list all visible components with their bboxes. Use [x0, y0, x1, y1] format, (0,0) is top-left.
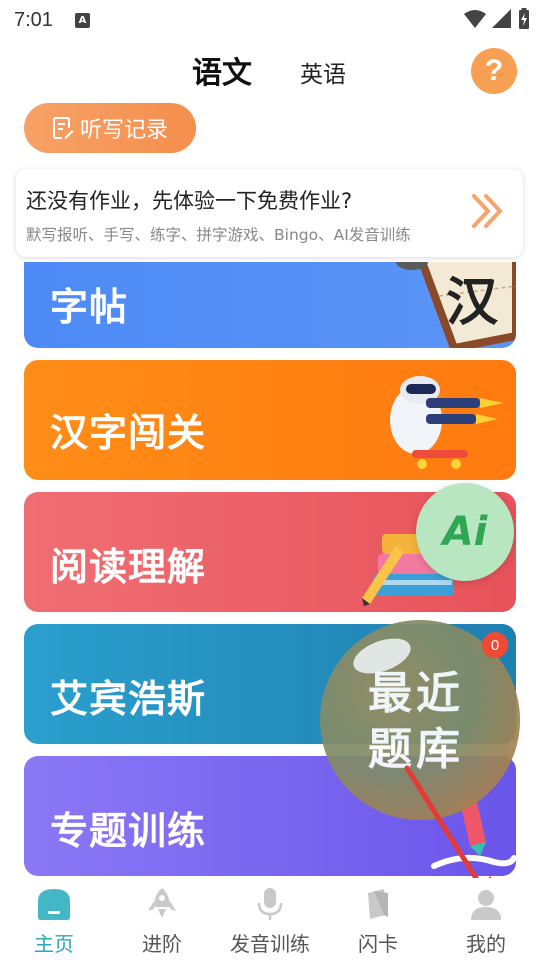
notification-icon: A	[74, 12, 90, 28]
ai-icon: Ai	[442, 509, 488, 555]
dictation-record-label: 听写记录	[79, 118, 168, 143]
rocket-icon	[148, 888, 176, 918]
copybook-card[interactable]: 字帖 汉	[24, 262, 516, 348]
tab-flashcard-label: 闪卡	[358, 932, 398, 956]
tab-chinese[interactable]: 语文	[192, 48, 252, 92]
promo-title: 还没有作业，先体验一下免费作业?	[26, 189, 353, 213]
double-chevron-right-icon	[472, 194, 503, 228]
flashcard-icon	[368, 889, 388, 919]
tab-home[interactable]: 主页	[0, 878, 108, 960]
ebbinghaus-title: 艾宾浩斯	[50, 677, 207, 721]
recent-count-badge: 0	[482, 632, 508, 658]
tab-pronunciation[interactable]: 发音训练	[216, 878, 324, 960]
status-icons	[464, 8, 530, 30]
home-icon	[38, 889, 70, 920]
dictation-record-button[interactable]: 听写记录	[24, 103, 196, 153]
status-bar: 7:01 A	[0, 0, 540, 40]
free-homework-card[interactable]: 还没有作业，先体验一下免费作业? 默写报听、手写、练字、拼字游戏、Bingo、A…	[16, 169, 523, 257]
help-button[interactable]: ?	[471, 48, 517, 94]
microphone-icon	[257, 888, 283, 920]
copybook-title: 字帖	[50, 285, 129, 329]
svg-text:汉: 汉	[446, 273, 499, 333]
tab-advanced[interactable]: 进阶	[108, 878, 216, 960]
promo-subtitle: 默写报听、手写、练字、拼字游戏、Bingo、AI发音训练	[26, 226, 411, 244]
profile-icon	[471, 890, 501, 920]
topic-training-title: 专题训练	[50, 809, 207, 853]
tab-flashcard[interactable]: 闪卡	[324, 878, 432, 960]
tab-advanced-label: 进阶	[142, 932, 182, 956]
wifi-icon	[464, 10, 486, 28]
hanzi-challenge-title: 汉字闯关	[50, 411, 207, 455]
tab-profile-label: 我的	[466, 932, 506, 956]
copybook-illustration: 汉	[396, 262, 516, 348]
document-edit-icon	[52, 117, 74, 139]
battery-icon	[519, 8, 529, 29]
reading-comprehension-title: 阅读理解	[50, 545, 207, 589]
subject-tabs: 语文 英语 ?	[0, 46, 540, 94]
bottom-tab-bar: 主页 进阶 发音训练 闪卡 我的	[0, 878, 540, 960]
hanzi-challenge-card[interactable]: 汉字闯关	[24, 360, 516, 480]
astronaut-rocket-illustration	[390, 376, 504, 469]
ai-assistant-button[interactable]: Ai	[416, 483, 514, 581]
tab-profile[interactable]: 我的	[432, 878, 540, 960]
tab-home-label: 主页	[34, 932, 74, 956]
tab-english[interactable]: 英语	[300, 55, 346, 89]
status-time: 7:01	[14, 8, 53, 31]
signal-icon	[492, 9, 511, 28]
tab-pronunciation-label: 发音训练	[230, 932, 310, 956]
